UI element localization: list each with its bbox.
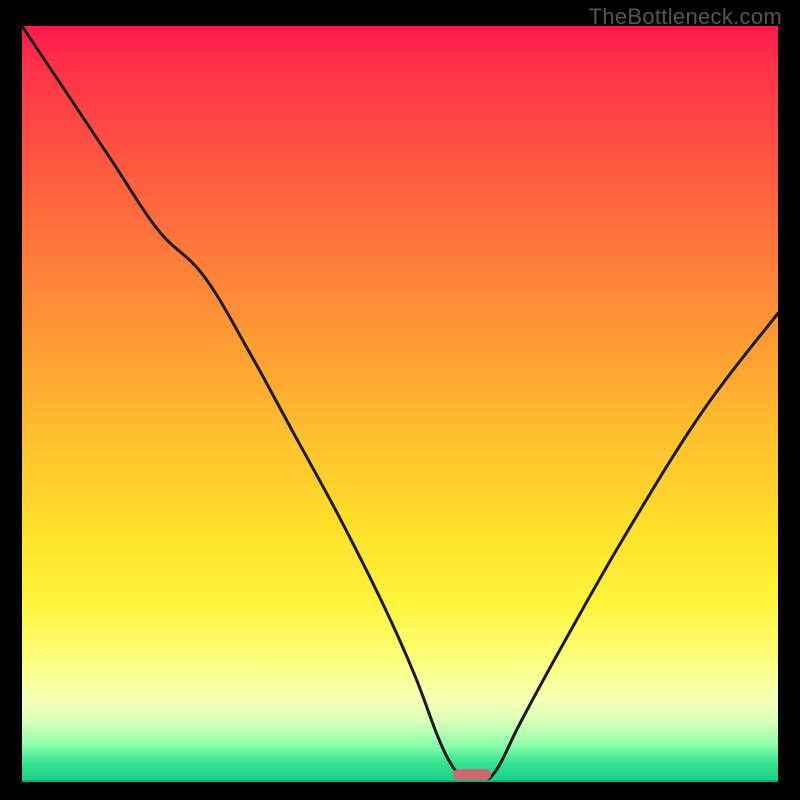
optimum-marker: [453, 769, 491, 780]
watermark-text: TheBottleneck.com: [589, 4, 782, 30]
plot-area: [22, 26, 778, 782]
chart-frame: TheBottleneck.com: [0, 0, 800, 800]
bottleneck-curve: [22, 26, 778, 782]
baseline: [22, 780, 778, 782]
